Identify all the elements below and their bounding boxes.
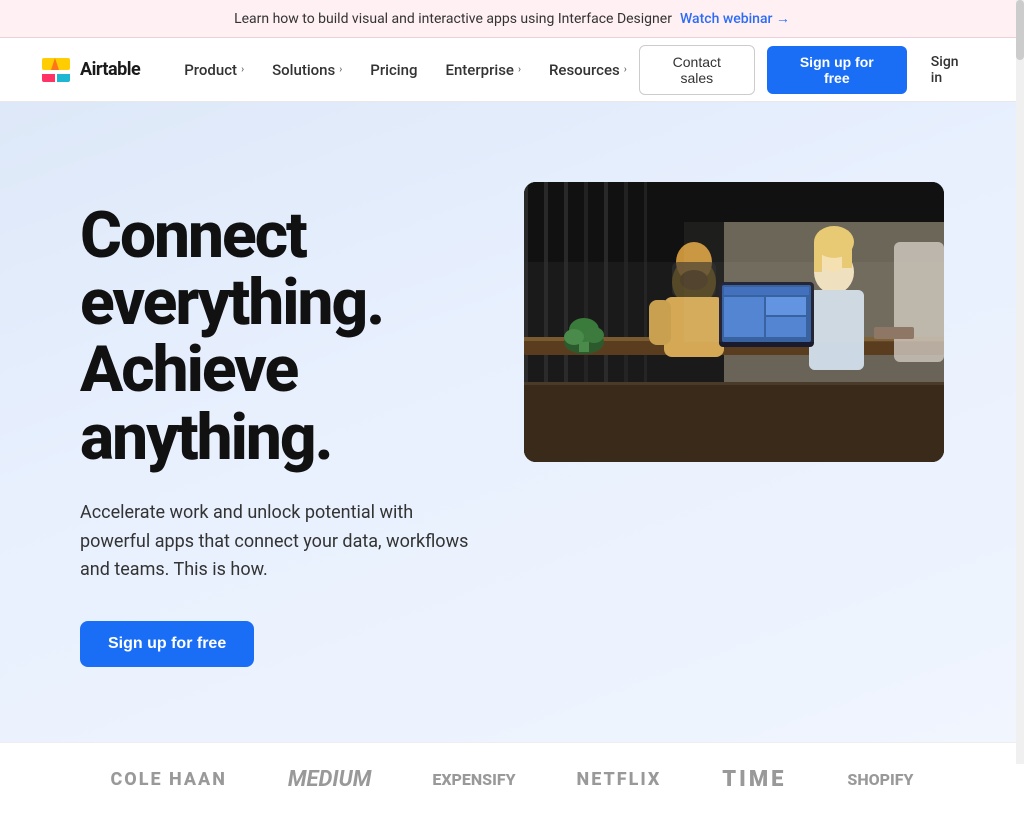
office-illustration xyxy=(524,182,944,462)
nav-enterprise[interactable]: Enterprise › xyxy=(433,53,532,87)
signup-nav-button[interactable]: Sign up for free xyxy=(767,46,907,94)
brands-bar: COLE HAAN Medium Expensify NETFLIX TIME … xyxy=(0,742,1024,816)
hero-headline: Connect everything. Achieve anything. xyxy=(80,202,524,471)
hero-subtext: Accelerate work and unlock potential wit… xyxy=(80,499,480,585)
hero-left: Connect everything. Achieve anything. Ac… xyxy=(80,162,524,667)
nav-links: Product › Solutions › Pricing Enterprise… xyxy=(172,53,639,87)
nav-resources[interactable]: Resources › xyxy=(537,53,639,87)
watch-webinar-link[interactable]: Watch webinar → xyxy=(680,10,790,27)
brand-time: TIME xyxy=(722,767,786,792)
nav-left: Airtable Product › Solutions › Pricing E… xyxy=(40,53,639,87)
brand-medium: Medium xyxy=(288,767,372,792)
hero-section: Connect everything. Achieve anything. Ac… xyxy=(0,102,1024,742)
airtable-logo-icon xyxy=(40,54,72,86)
hero-image xyxy=(524,182,944,462)
nav-right: Contact sales Sign up for free Sign in xyxy=(639,45,984,95)
scrollbar[interactable] xyxy=(1016,0,1024,764)
signin-link[interactable]: Sign in xyxy=(919,46,984,94)
scrollbar-thumb[interactable] xyxy=(1016,0,1024,60)
logo-text: Airtable xyxy=(80,59,140,80)
nav-solutions[interactable]: Solutions › xyxy=(260,53,354,87)
brand-netflix: NETFLIX xyxy=(577,769,662,790)
resources-chevron-icon: › xyxy=(624,64,627,75)
solutions-chevron-icon: › xyxy=(339,64,342,75)
logo[interactable]: Airtable xyxy=(40,54,140,86)
signup-hero-button[interactable]: Sign up for free xyxy=(80,621,254,667)
announcement-text: Learn how to build visual and interactiv… xyxy=(234,11,672,27)
contact-sales-button[interactable]: Contact sales xyxy=(639,45,755,95)
announcement-bar: Learn how to build visual and interactiv… xyxy=(0,0,1024,38)
brand-cole-haan: COLE HAAN xyxy=(110,769,226,790)
product-chevron-icon: › xyxy=(241,64,244,75)
brand-shopify: shopify xyxy=(847,770,913,789)
enterprise-chevron-icon: › xyxy=(518,64,521,75)
nav-pricing[interactable]: Pricing xyxy=(358,53,429,87)
brand-expensify: Expensify xyxy=(432,770,515,789)
nav-product[interactable]: Product › xyxy=(172,53,256,87)
navbar: Airtable Product › Solutions › Pricing E… xyxy=(0,38,1024,102)
